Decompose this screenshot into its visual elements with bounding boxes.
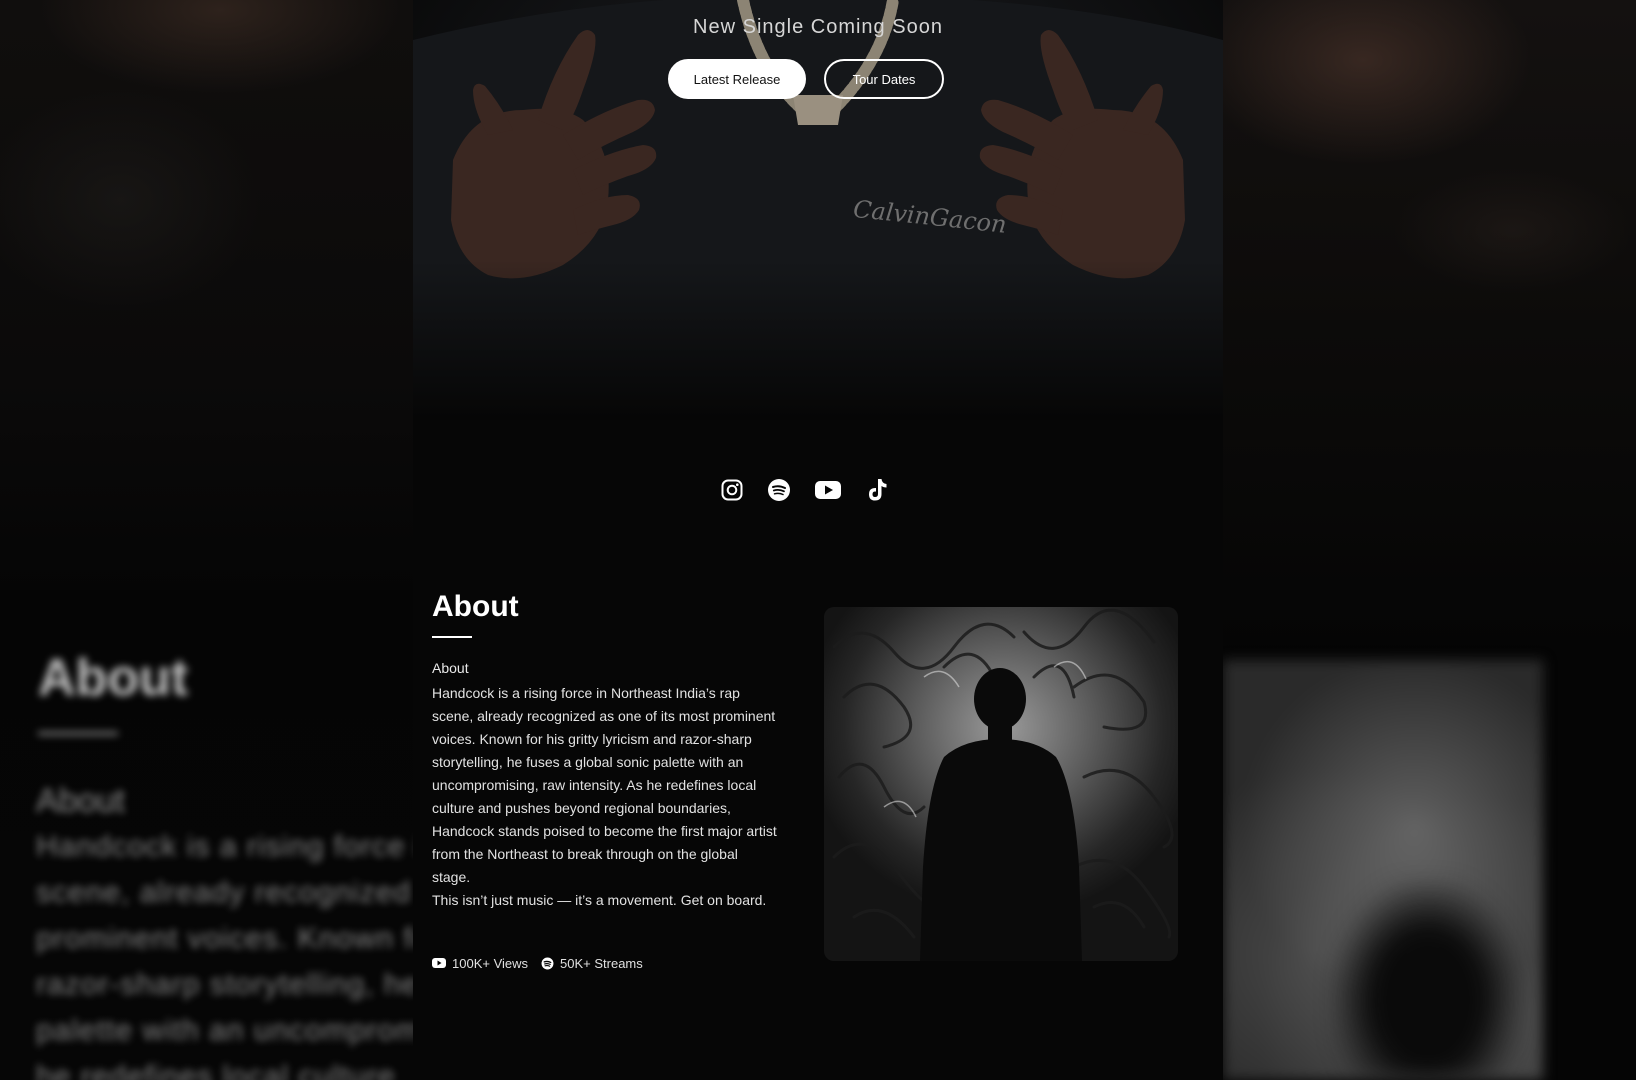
main-column: CalvinGacon New Single Coming Soon Lates… <box>413 0 1223 1080</box>
hero-fade-overlay <box>413 260 1223 420</box>
about-artist-photo <box>824 607 1178 961</box>
hero-title: New Single Coming Soon <box>693 16 943 38</box>
spotify-icon <box>540 956 554 970</box>
youtube-icon <box>815 481 841 499</box>
streams-stat-label: 50K+ Streams <box>560 955 643 971</box>
youtube-icon <box>432 956 446 970</box>
backdrop-about-subheading: About <box>36 782 125 820</box>
backdrop-about-heading: About <box>38 649 189 707</box>
about-text: Handcock is a rising force in Northeast … <box>432 682 778 912</box>
hero-section: CalvinGacon New Single Coming Soon Lates… <box>413 0 1223 420</box>
spotify-link[interactable] <box>765 476 793 504</box>
about-divider <box>432 636 472 638</box>
about-heading: About <box>432 590 519 623</box>
views-stat-label: 100K+ Views <box>452 955 529 971</box>
about-subheading: About <box>432 660 469 676</box>
about-paragraph: Handcock is a rising force in Northeast … <box>432 685 777 885</box>
backdrop-about-text: Handcock is a rising force in <box>36 830 413 863</box>
spotify-icon <box>768 479 790 501</box>
blurred-backdrop-right <box>1223 0 1636 1080</box>
backdrop-about-text: scene, already recognized as <box>36 876 413 909</box>
backdrop-about-text: he redefines local culture <box>36 1060 396 1080</box>
about-paragraph: This isn’t just music — it’s a movement.… <box>432 892 767 908</box>
backdrop-silhouette <box>1333 880 1523 1080</box>
tiktok-link[interactable] <box>863 476 891 504</box>
tour-dates-button[interactable]: Tour Dates <box>824 59 944 99</box>
graffiti-silhouette-image <box>832 608 1174 961</box>
streams-stat: 50K+ Streams <box>540 956 643 971</box>
youtube-link[interactable] <box>814 476 842 504</box>
tiktok-icon <box>869 479 887 501</box>
instagram-icon <box>721 479 743 501</box>
backdrop-about-text: prominent voices. Known for <box>36 922 413 955</box>
backdrop-divider <box>38 732 118 735</box>
views-stat: 100K+ Views <box>432 956 528 971</box>
instagram-link[interactable] <box>718 476 746 504</box>
backdrop-about-text: razor-sharp storytelling, he <box>36 968 413 1001</box>
stats-row: 100K+ Views 50K+ Streams <box>432 953 655 973</box>
social-links <box>413 476 1223 506</box>
latest-release-button[interactable]: Latest Release <box>668 59 806 99</box>
blurred-backdrop-left: About About Handcock is a rising force i… <box>0 0 413 1080</box>
backdrop-about-text: palette with an uncompromising <box>36 1014 413 1047</box>
